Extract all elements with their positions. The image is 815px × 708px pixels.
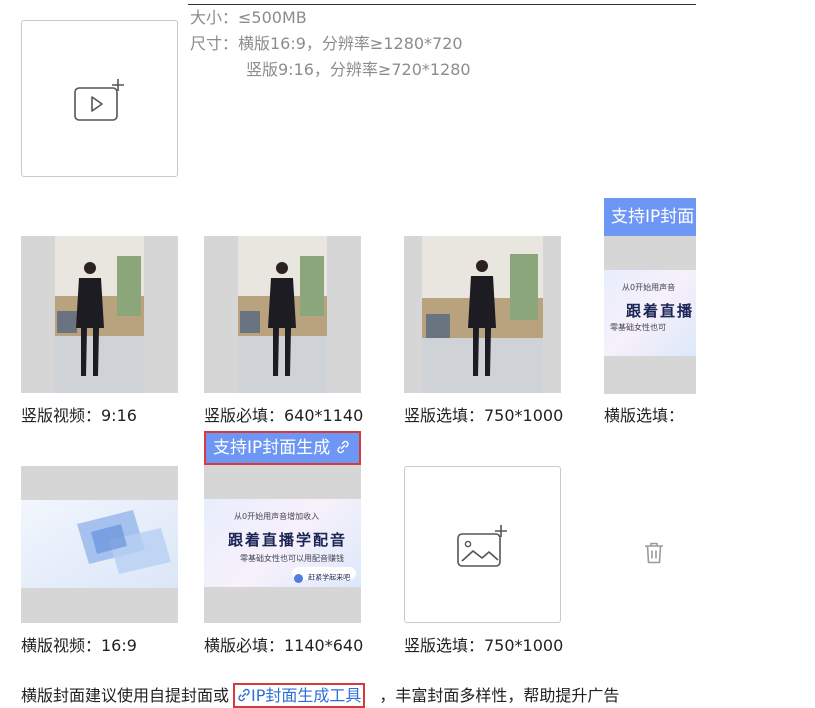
presenter-image (404, 236, 561, 393)
banner-cta-dot-icon (294, 574, 303, 583)
trash-icon[interactable] (643, 541, 665, 565)
video-upload-button[interactable] (21, 20, 178, 177)
banner-subtitle: 从0开始用声音 (622, 283, 676, 292)
presenter-image (21, 236, 178, 393)
row2-label-2: 横版必填：1140*640 (204, 636, 364, 655)
ip-cover-badge-label: 支持IP封面生成 (213, 438, 331, 458)
landscape-video-thumbnail[interactable] (21, 466, 178, 623)
top-divider (188, 4, 696, 5)
banner-caption: 零基础女性也可以用配音赚钱 (240, 554, 344, 563)
ip-cover-tool-link-label: IP封面生成工具 (251, 686, 362, 705)
banner-image: 从0开始用声音增加收入 跟着直播学配音 零基础女性也可以用配音赚钱 赶紧学起来吧 (204, 499, 361, 587)
banner-title: 跟着直播 (626, 302, 695, 320)
banner-caption: 零基础女性也可 (610, 323, 666, 332)
portrait-optional-thumbnail[interactable] (404, 236, 561, 393)
banner-title: 跟着直播学配音 (228, 531, 348, 549)
row2-label-1: 横版视频：16:9 (21, 636, 137, 655)
link-icon (337, 440, 349, 454)
landscape-optional-thumbnail[interactable]: 支持IP封面 从0开始用声音 跟着直播 零基础女性也可 (604, 198, 696, 394)
link-icon (238, 688, 250, 702)
presenter-image (204, 236, 361, 393)
image-add-icon (457, 525, 507, 567)
ip-cover-badge[interactable]: 支持IP封面 (604, 198, 696, 236)
cover-suggestion-prefix: 横版封面建议使用自提封面或 (21, 686, 230, 705)
portrait-required-thumbnail[interactable] (204, 236, 361, 393)
banner-image: 从0开始用声音 跟着直播 零基础女性也可 (604, 270, 696, 356)
size-requirement: 大小：≤500MB (190, 8, 307, 27)
landscape-required-thumbnail[interactable]: 支持IP封面生成 从0开始用声音增加收入 跟着直播学配音 零基础女性也可以用配音… (204, 431, 361, 623)
row1-label-3: 竖版选填：750*1000 (404, 406, 564, 425)
dimension-requirement: 尺寸：横版16:9，分辨率≥1280*720 (190, 34, 463, 53)
row1-label-4: 横版选填： (604, 406, 685, 425)
row2-label-3: 竖版选填：750*1000 (404, 636, 564, 655)
banner-cta-label: 赶紧学起来吧 (308, 573, 351, 582)
ip-cover-generate-badge[interactable]: 支持IP封面生成 (204, 431, 361, 465)
ip-cover-tool-link[interactable]: IP封面生成工具 (233, 683, 366, 708)
video-add-icon (74, 79, 124, 121)
cover-suggestion-suffix: ，丰富封面多样性，帮助提升广告 (379, 686, 620, 705)
portrait-video-thumbnail[interactable] (21, 236, 178, 393)
image-upload-button[interactable] (404, 466, 561, 623)
dimension-portrait-requirement: 竖版9:16，分辨率≥720*1280 (246, 60, 471, 79)
banner-subtitle: 从0开始用声音增加收入 (234, 512, 320, 521)
abstract-banner-image (21, 466, 178, 623)
cover-suggestion-text: 横版封面建议使用自提封面或 IP封面生成工具 ，丰富封面多样性，帮助提升广告 (21, 682, 696, 708)
row1-label-2: 竖版必填：640*1140 (204, 406, 364, 425)
row1-label-1: 竖版视频：9:16 (21, 406, 137, 425)
banner-cta: 赶紧学起来吧 (292, 567, 357, 583)
